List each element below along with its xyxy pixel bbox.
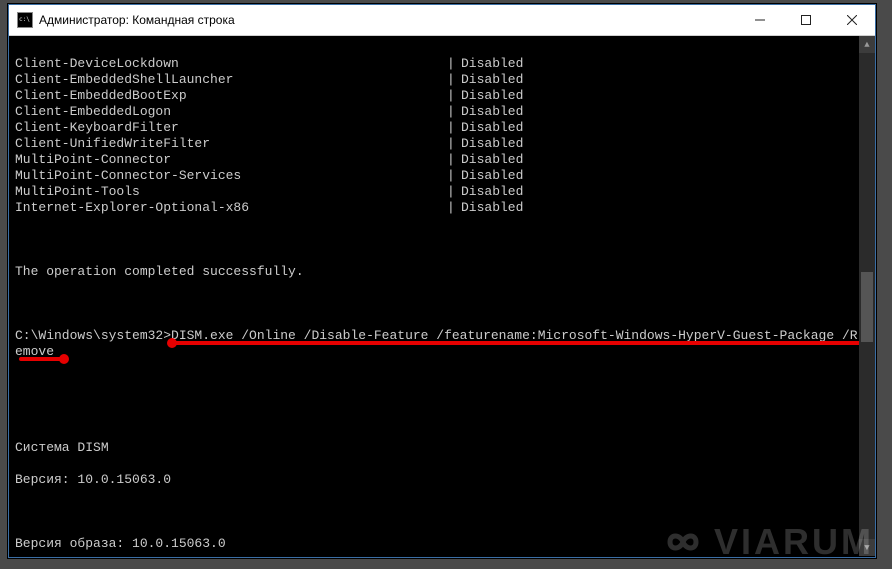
minimize-button[interactable] (737, 5, 783, 35)
feature-separator: | (447, 168, 461, 184)
feature-row: Client-EmbeddedShellLauncher| Disabled (15, 72, 869, 88)
dism-version: Версия: 10.0.15063.0 (15, 472, 869, 488)
window-title: Администратор: Командная строка (39, 13, 737, 27)
feature-status: Disabled (461, 136, 523, 152)
feature-status: Disabled (461, 184, 523, 200)
feature-name: Client-DeviceLockdown (15, 56, 447, 72)
feature-separator: | (447, 88, 461, 104)
maximize-button[interactable] (783, 5, 829, 35)
feature-separator: | (447, 200, 461, 216)
feature-status: Disabled (461, 152, 523, 168)
feature-row: Client-KeyboardFilter| Disabled (15, 120, 869, 136)
feature-separator: | (447, 120, 461, 136)
feature-row: MultiPoint-Connector-Services| Disabled (15, 168, 869, 184)
cmd-icon (17, 12, 33, 28)
feature-row: Client-DeviceLockdown| Disabled (15, 56, 869, 72)
feature-name: Client-KeyboardFilter (15, 120, 447, 136)
feature-name: Client-UnifiedWriteFilter (15, 136, 447, 152)
dism-system-label: Система DISM (15, 440, 869, 456)
vertical-scrollbar[interactable]: ▲ ▼ (859, 36, 875, 556)
scroll-thumb[interactable] (861, 272, 873, 342)
scroll-up-button[interactable]: ▲ (859, 36, 875, 53)
scroll-down-button[interactable]: ▼ (859, 539, 875, 556)
feature-row: Client-EmbeddedLogon| Disabled (15, 104, 869, 120)
feature-row: MultiPoint-Connector| Disabled (15, 152, 869, 168)
feature-list: Client-DeviceLockdown| DisabledClient-Em… (15, 56, 869, 216)
feature-name: Client-EmbeddedShellLauncher (15, 72, 447, 88)
feature-status: Disabled (461, 120, 523, 136)
feature-name: Client-EmbeddedBootExp (15, 88, 447, 104)
feature-status: Disabled (461, 72, 523, 88)
feature-name: MultiPoint-Connector-Services (15, 168, 447, 184)
feature-name: MultiPoint-Connector (15, 152, 447, 168)
feature-separator: | (447, 72, 461, 88)
close-button[interactable] (829, 5, 875, 35)
cmd-window: Администратор: Командная строка Client-D… (8, 4, 876, 558)
feature-status: Disabled (461, 56, 523, 72)
feature-row: Client-UnifiedWriteFilter| Disabled (15, 136, 869, 152)
feature-row: Internet-Explorer-Optional-x86| Disabled (15, 200, 869, 216)
feature-separator: | (447, 152, 461, 168)
feature-name: MultiPoint-Tools (15, 184, 447, 200)
feature-separator: | (447, 56, 461, 72)
feature-status: Disabled (461, 88, 523, 104)
prompt: C:\Windows\system32> (15, 328, 171, 343)
feature-separator: | (447, 136, 461, 152)
console-output[interactable]: Client-DeviceLockdown| DisabledClient-Em… (9, 36, 875, 557)
feature-row: MultiPoint-Tools| Disabled (15, 184, 869, 200)
feature-separator: | (447, 104, 461, 120)
highlight-underline-icon (171, 341, 867, 345)
feature-row: Client-EmbeddedBootExp| Disabled (15, 88, 869, 104)
command-line: C:\Windows\system32>DISM.exe /Online /Di… (15, 328, 869, 392)
window-controls (737, 5, 875, 35)
feature-status: Disabled (461, 200, 523, 216)
feature-name: Internet-Explorer-Optional-x86 (15, 200, 447, 216)
scroll-track[interactable] (859, 53, 875, 539)
highlight-underline-icon (19, 357, 65, 361)
operation-complete-msg: The operation completed successfully. (15, 264, 869, 280)
feature-status: Disabled (461, 104, 523, 120)
feature-status: Disabled (461, 168, 523, 184)
feature-name: Client-EmbeddedLogon (15, 104, 447, 120)
feature-separator: | (447, 184, 461, 200)
dism-image-version: Версия образа: 10.0.15063.0 (15, 536, 869, 552)
titlebar[interactable]: Администратор: Командная строка (9, 5, 875, 36)
